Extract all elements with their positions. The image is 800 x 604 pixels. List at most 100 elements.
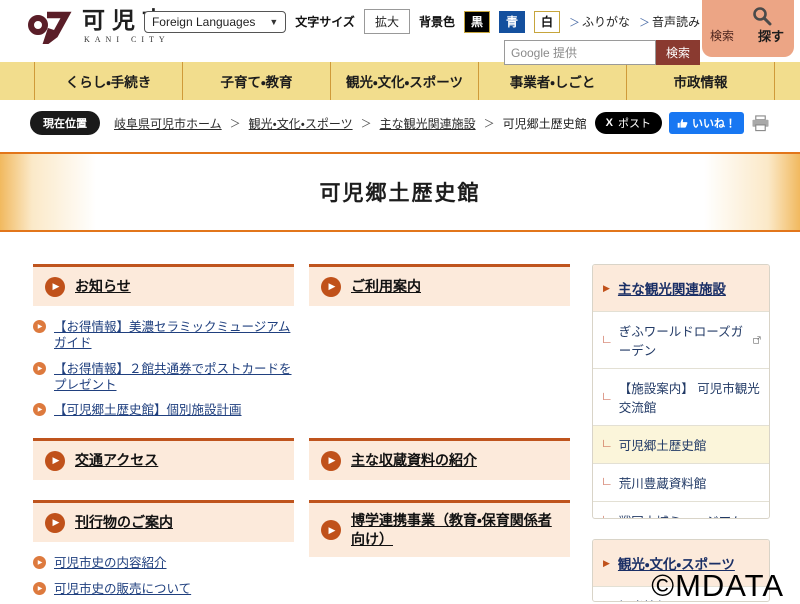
bg-white-button[interactable]: 白 — [534, 11, 560, 33]
section-header: ▶ 主な収蔵資料の紹介 — [309, 438, 570, 480]
section-box: ▶ 交通アクセス — [33, 438, 294, 480]
elbow-arrow-icon: ∟ — [601, 475, 613, 487]
content-area: ▶ お知らせ ▶ 【お得情報】美濃セラミックミュージアムガイド ▶ 【お得情報】２館共通券… — [0, 232, 800, 602]
breadcrumb: 岐阜県可児市ホーム＞観光・文化・スポーツ＞主な観光関連施設＞可児郷土歴史館 — [114, 115, 587, 132]
section-header: ▶ 交通アクセス — [33, 438, 294, 480]
section-link-list: ▶ 【お得情報】美濃セラミックミュージアムガイド ▶ 【お得情報】２館共通券でポストカ… — [33, 319, 294, 418]
find-panel[interactable]: 検索 探す — [702, 0, 794, 57]
chevron-down-icon: ▼ — [269, 17, 278, 27]
list-item: ▶ 【お得情報】２館共通券でポストカードをプレゼント — [33, 361, 294, 394]
section-link-list: ▶可児市史の内容紹介▶可児市史の販売について▶可児郷土歴史館だより▶その他の刊行… — [33, 555, 294, 604]
font-size-label: 文字サイズ — [295, 13, 355, 30]
section-title-link[interactable]: ご利用案内 — [351, 277, 421, 296]
elbow-arrow-icon: ∟ — [601, 513, 613, 519]
facebook-like-button[interactable]: いいね！ — [669, 112, 744, 134]
section-box: ▶刊行物のご案内▶可児市史の内容紹介▶可児市史の販売について▶可児郷土歴史館だよ… — [33, 500, 294, 604]
share-buttons: X ポスト いいね！ — [595, 112, 770, 134]
kani-city-logo-icon — [28, 8, 72, 44]
nav-item-3[interactable]: 観光・文化・スポーツ — [330, 62, 478, 100]
breadcrumb-separator: ＞ — [484, 115, 495, 131]
play-circle-icon: ▶ — [321, 451, 341, 471]
thumbs-up-icon — [677, 118, 688, 129]
watermark: ©MDATA — [651, 568, 784, 604]
sidebar-item-label: ぎふワールドローズガーデン — [619, 321, 747, 359]
print-button[interactable] — [751, 115, 770, 132]
sidebar-item[interactable]: ∟ 荒川豊蔵資料館 — [593, 463, 769, 501]
section-link[interactable]: 【可児郷土歴史館】個別施設計画 — [54, 402, 242, 418]
list-item: ▶ 【可児郷土歴史館】個別施設計画 — [33, 402, 294, 418]
play-circle-icon: ▶ — [45, 277, 65, 297]
play-circle-icon: ▶ — [45, 451, 65, 471]
sidebar-facilities-header[interactable]: ▶ 主な観光関連施設 — [593, 265, 769, 311]
external-link-icon — [753, 335, 761, 345]
section-link[interactable]: 可児市史の販売について — [54, 581, 191, 597]
triangle-right-icon: ▶ — [603, 283, 610, 294]
section-title-link[interactable]: 博学連携事業（教育・保育関係者向け） — [351, 511, 558, 549]
section-header: ▶刊行物のご案内 — [33, 500, 294, 542]
list-item: ▶可児市史の販売について — [33, 581, 294, 597]
search-submit-button[interactable]: 検索 — [656, 40, 700, 65]
elbow-arrow-icon: ∟ — [601, 390, 613, 402]
site-search-input[interactable] — [504, 40, 656, 65]
section-title-link[interactable]: お知らせ — [75, 277, 131, 296]
x-post-button[interactable]: X ポスト — [595, 112, 662, 134]
main-sections: ▶ お知らせ ▶ 【お得情報】美濃セラミックミュージアムガイド ▶ 【お得情報】２館共通券… — [33, 264, 570, 602]
section-link[interactable]: 【お得情報】美濃セラミックミュージアムガイド — [54, 319, 294, 352]
sidebar-item[interactable]: ∟ 戦国山城ミュージアム — [593, 501, 769, 519]
breadcrumb-bar: 現在位置 岐阜県可児市ホーム＞観光・文化・スポーツ＞主な観光関連施設＞可児郷土歴… — [0, 100, 800, 146]
panel-search-label: 検索 — [710, 27, 734, 44]
breadcrumb-link[interactable]: 岐阜県可児市ホーム — [114, 115, 222, 132]
section-header: ▶ ご利用案内 — [309, 264, 570, 306]
x-logo-icon: X — [606, 117, 613, 129]
sidebar-item[interactable]: ∟ 【施設案内】 可児市観光交流館 — [593, 368, 769, 425]
bg-blue-button[interactable]: 青 — [499, 11, 525, 33]
nav-item-4[interactable]: 事業者・しごと — [478, 62, 626, 100]
sidebar-item[interactable]: ∟ ぎふワールドローズガーデン — [593, 311, 769, 368]
page-title: 可児郷土歴史館 — [320, 177, 481, 207]
arrow-circle-icon: ▶ — [33, 556, 46, 569]
elbow-arrow-icon: ∟ — [601, 333, 613, 345]
page-title-band: 可児郷土歴史館 — [0, 152, 800, 232]
play-circle-icon: ▶ — [321, 277, 341, 297]
global-nav: くらし・手続き子育て・教育観光・文化・スポーツ事業者・しごと市政情報 — [0, 62, 800, 100]
section-header: ▶ お知らせ — [33, 264, 294, 306]
section-title-link[interactable]: 主な収蔵資料の紹介 — [351, 451, 477, 470]
section-link[interactable]: 可児市史の内容紹介 — [54, 555, 167, 571]
enlarge-text-button[interactable]: 拡大 — [364, 9, 410, 34]
printer-icon — [751, 115, 770, 132]
furigana-link[interactable]: ＞ふりがな — [569, 13, 630, 30]
list-item: ▶ 可児市史の内容紹介 — [33, 555, 294, 571]
search-icon — [752, 6, 772, 26]
section-title-link[interactable]: 交通アクセス — [75, 451, 158, 470]
foreign-languages-select[interactable]: Foreign Languages ▼ — [144, 11, 286, 33]
play-circle-icon: ▶ — [321, 520, 341, 540]
triangle-right-icon: ▶ — [603, 558, 610, 569]
right-arrow-icon: → — [601, 599, 613, 602]
arrow-circle-icon: ▶ — [33, 362, 46, 375]
breadcrumb-separator: ＞ — [230, 115, 241, 131]
section-box: ▶ ご利用案内 — [309, 264, 570, 418]
nav-item-1[interactable]: くらし・手続き — [34, 62, 182, 100]
sidebar-item-label: 【施設案内】 可児市観光交流館 — [619, 378, 761, 416]
arrow-circle-icon: ▶ — [33, 320, 46, 333]
nav-item-2[interactable]: 子育て・教育 — [182, 62, 330, 100]
section-header: ▶ 博学連携事業（教育・保育関係者向け） — [309, 500, 570, 557]
bg-black-button[interactable]: 黒 — [464, 11, 490, 33]
breadcrumb-separator: ＞ — [361, 115, 372, 131]
arrow-circle-icon: ▶ — [33, 403, 46, 416]
breadcrumb-link[interactable]: 観光・文化・スポーツ — [249, 115, 353, 132]
sidebar: ▶ 主な観光関連施設 ∟ ぎふワールドローズガーデン ∟ 【施設案内】 可児市観光交流… — [592, 264, 770, 602]
sidebar-item-current[interactable]: ∟可児郷土歴史館 — [593, 425, 769, 463]
find-label: 探す — [758, 26, 784, 45]
sidebar-item-label: 戦国山城ミュージアム — [619, 511, 743, 519]
sidebar-item-label: 荒川豊蔵資料館 — [619, 473, 707, 492]
section-title-link[interactable]: 刊行物のご案内 — [75, 513, 173, 532]
section-link[interactable]: 【お得情報】２館共通券でポストカードをプレゼント — [54, 361, 294, 394]
sidebar-item-label: 可児郷土歴史館 — [619, 435, 707, 454]
nav-item-5[interactable]: 市政情報 — [626, 62, 775, 100]
breadcrumb-link[interactable]: 主な観光関連施設 — [380, 115, 476, 132]
sidebar-facilities-title[interactable]: 主な観光関連施設 — [618, 278, 726, 298]
sidebar-facilities-box: ▶ 主な観光関連施設 ∟ ぎふワールドローズガーデン ∟ 【施設案内】 可児市観光交流… — [592, 264, 770, 519]
voice-reading-link[interactable]: ＞音声読み — [639, 13, 700, 30]
bg-color-label: 背景色 — [419, 13, 455, 30]
